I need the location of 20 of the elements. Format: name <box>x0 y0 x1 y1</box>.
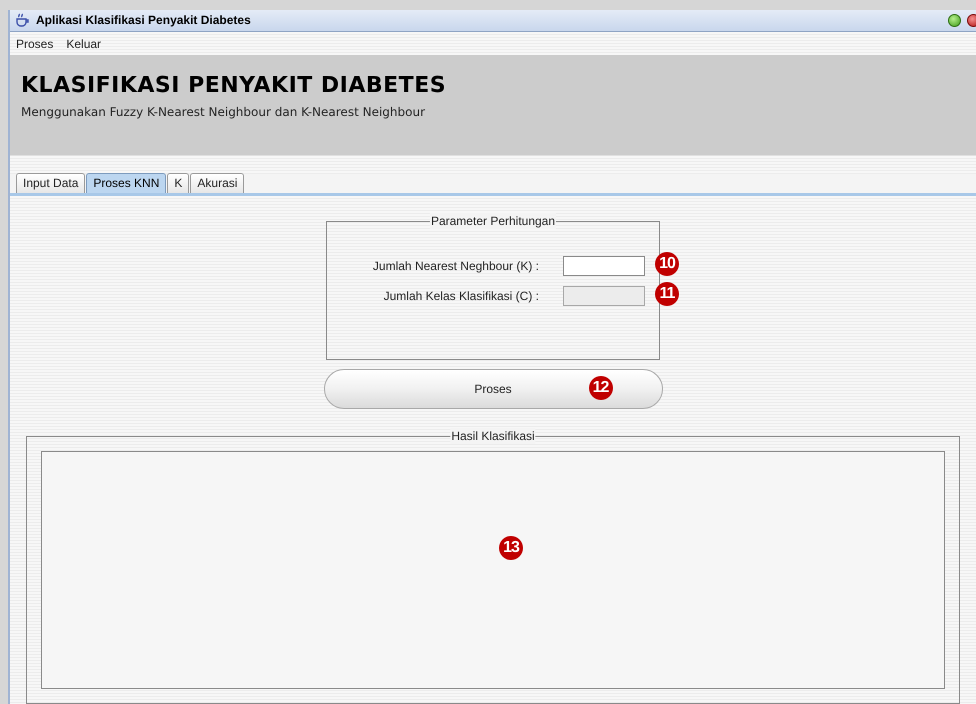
number-marker: 10 <box>655 252 679 276</box>
close-button[interactable] <box>967 14 976 27</box>
app-subtitle: Menggunakan Fuzzy K-Nearest Neighbour dan K-Nearest Neighbour <box>21 104 426 122</box>
menu-item[interactable]: Proses <box>16 34 54 53</box>
app-heading: KLASIFIKASI PENYAKIT DIABETES <box>21 72 448 100</box>
coffee-cup-icon <box>14 12 30 28</box>
number-marker: 13 <box>499 536 523 560</box>
tab[interactable]: Proses KNN <box>86 172 166 193</box>
group-title: Hasil Klasifikasi <box>450 428 536 444</box>
tab[interactable]: Input Data <box>16 172 86 193</box>
tab[interactable]: K <box>167 172 190 193</box>
menu-item[interactable]: Keluar <box>66 34 102 53</box>
field-label: Jumlah Nearest Neghbour (K) : <box>372 258 539 275</box>
input-field[interactable] <box>563 256 645 276</box>
field-label: Jumlah Kelas Klasifikasi (C) : <box>384 288 539 305</box>
window-title: Aplikasi Klasifikasi Penyakit Diabetes <box>36 12 251 30</box>
number-marker: 11 <box>655 282 679 306</box>
tab[interactable]: Akurasi <box>190 172 244 193</box>
group-title: Parameter Perhitungan <box>430 212 556 229</box>
minimize-button[interactable] <box>948 14 961 27</box>
